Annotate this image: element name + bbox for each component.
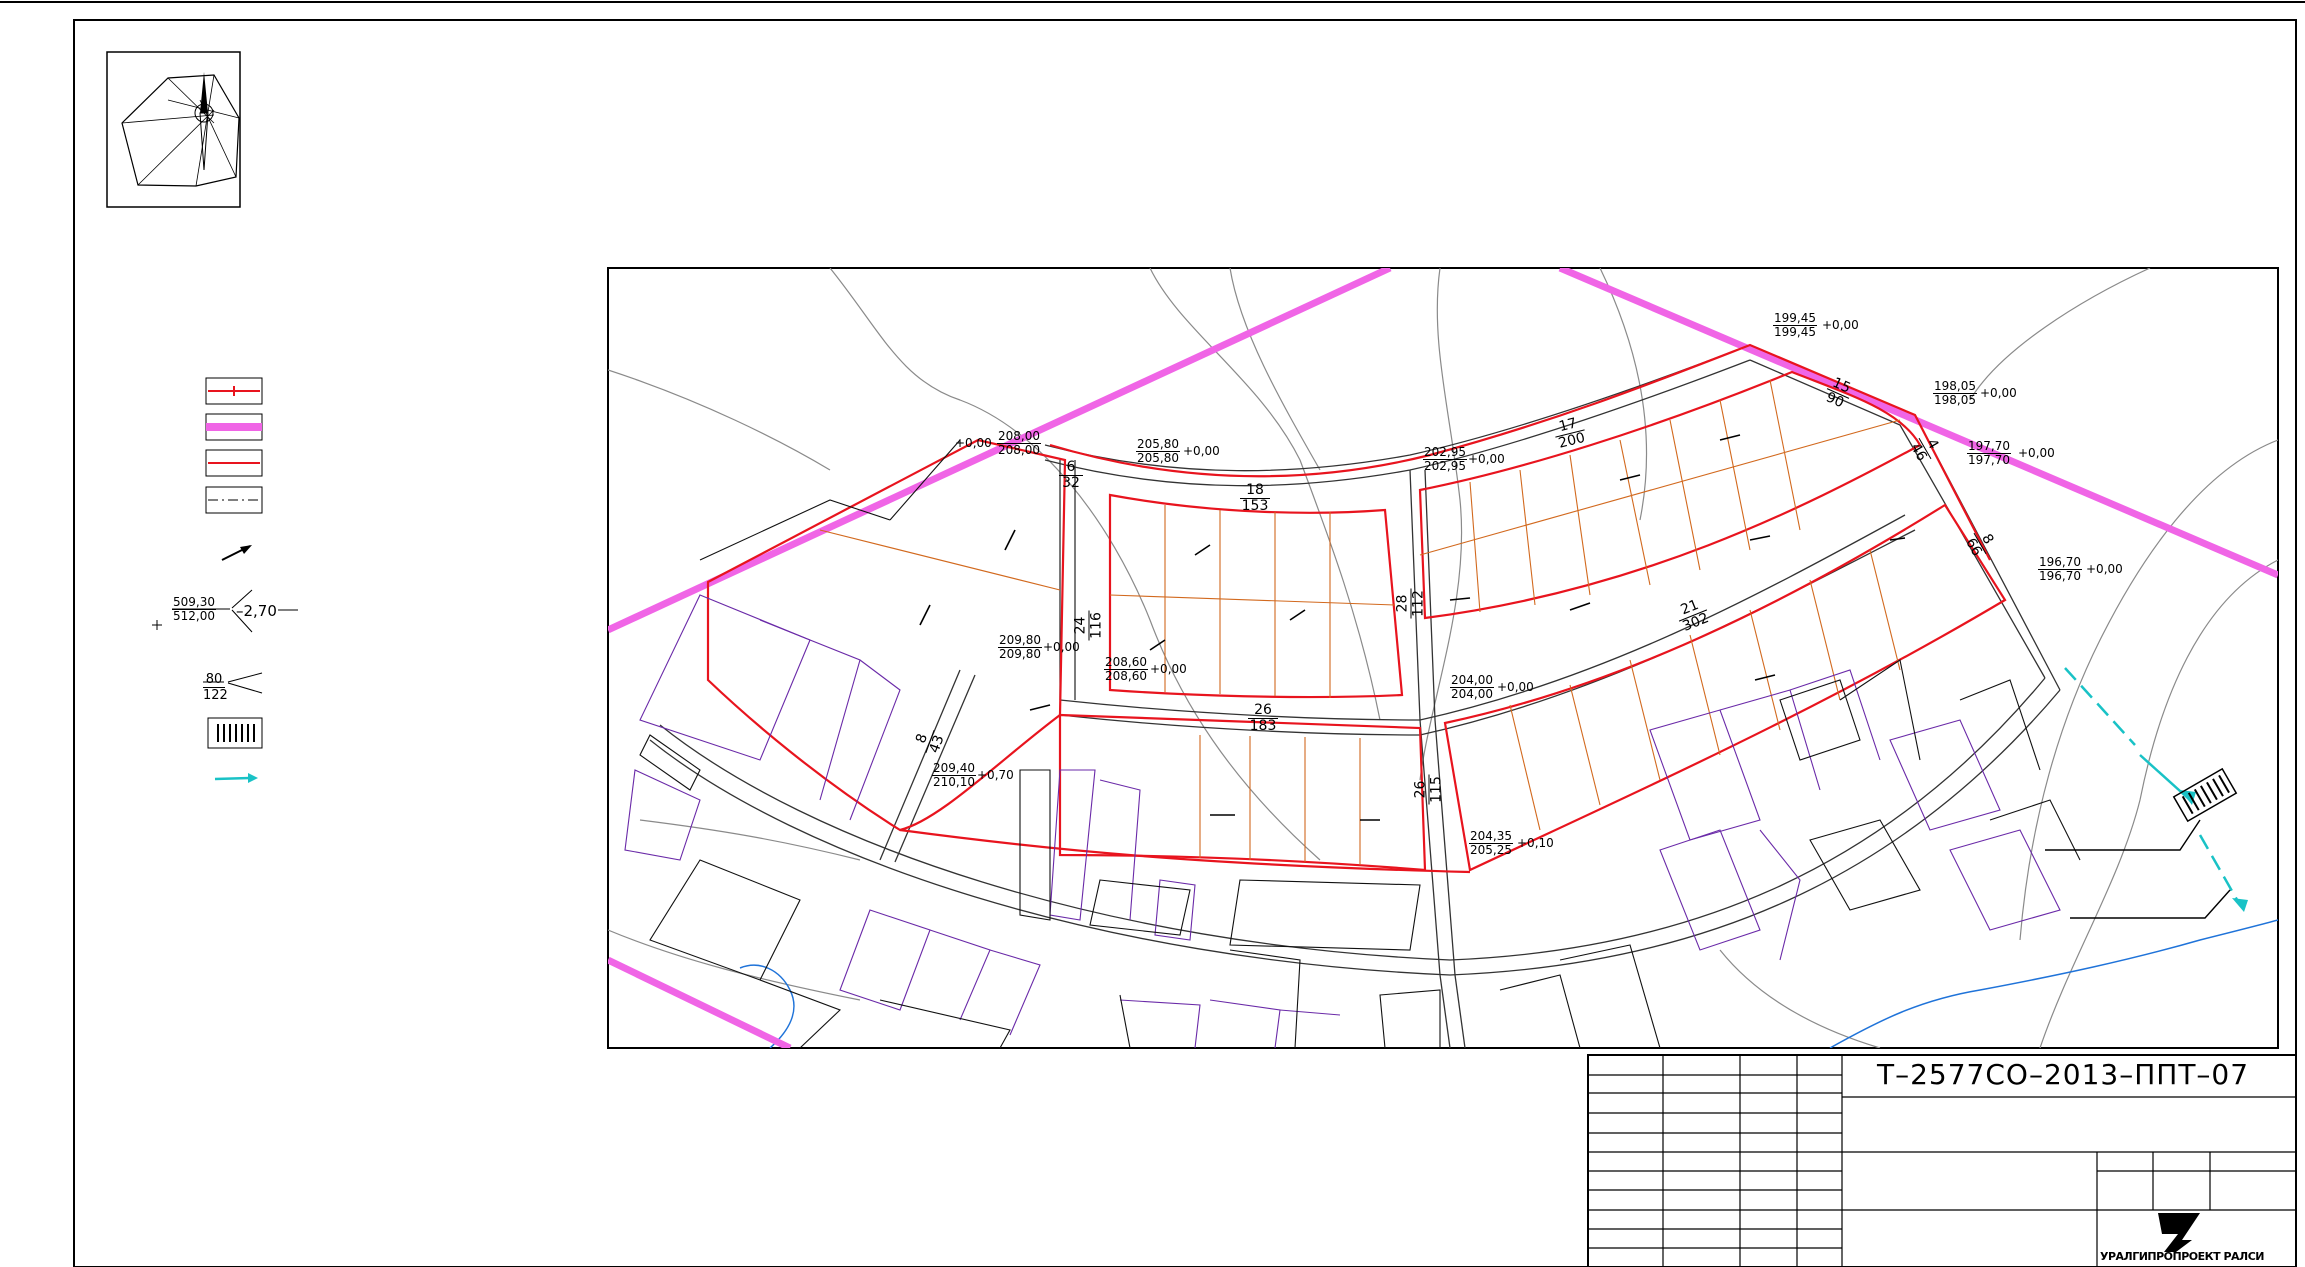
elevation-delta: +0,00 xyxy=(1468,452,1505,466)
wind-rose-diagram xyxy=(106,51,241,208)
elevation-label: 209,40 210,10 xyxy=(932,761,976,789)
elevation-delta: +0,00 xyxy=(2018,446,2055,460)
elevation-label: 208,60 208,60 xyxy=(1104,655,1148,683)
site-plan xyxy=(607,267,2279,1049)
elevation-delta: +0,00 xyxy=(1497,680,1534,694)
elevation-delta: +0,70 xyxy=(977,768,1014,782)
slope-label: 18 153 xyxy=(1240,482,1270,514)
elevation-delta: +0,00 xyxy=(1043,640,1080,654)
elevation-delta: +0,00 xyxy=(955,436,992,450)
elevation-label: 202,95 202,95 xyxy=(1423,445,1467,473)
elevation-delta: +0,00 xyxy=(1822,318,1859,332)
elevation-label: 199,45 199,45 xyxy=(1773,311,1817,339)
elevation-label: 208,00 208,00 xyxy=(997,429,1041,457)
legend-slope-label: 80 122 xyxy=(203,672,228,703)
slope-label: 24 116 xyxy=(1072,610,1105,641)
company-logo-icon xyxy=(2158,1213,2200,1252)
elevation-label: 204,00 204,00 xyxy=(1450,673,1494,701)
slope-label: 28 112 xyxy=(1394,588,1427,619)
elevation-delta: +0,00 xyxy=(1150,662,1187,676)
company-name: УРАЛГИПРОПРОЕКТ РАЛСИ xyxy=(2100,1250,2264,1263)
slope-label: 26 115 xyxy=(1412,774,1445,805)
legend-flow-icon xyxy=(214,776,251,781)
legend-elevation-label: 509,30 512,00 xyxy=(172,595,216,623)
slope-label: 26 183 xyxy=(1248,702,1278,734)
elevation-delta: +0,00 xyxy=(2086,562,2123,576)
elevation-label: 209,80 209,80 xyxy=(998,633,1042,661)
legend xyxy=(152,377,298,783)
elevation-label: 196,70 196,70 xyxy=(2038,555,2082,583)
drawing-code: Т–2577СО–2013–ППТ–07 xyxy=(1877,1058,2250,1091)
elevation-label: 204,35 205,25 xyxy=(1469,829,1513,857)
elevation-label: 197,70 197,70 xyxy=(1967,439,2011,467)
slope-label: 6 32 xyxy=(1059,460,1083,491)
legend-elevation-delta: –2,70 xyxy=(236,602,277,620)
elevation-delta: +0,10 xyxy=(1517,836,1554,850)
elevation-label: 198,05 198,05 xyxy=(1933,379,1977,407)
elevation-delta: +0,00 xyxy=(1183,444,1220,458)
elevation-delta: +0,00 xyxy=(1980,386,2017,400)
elevation-label: 205,80 205,80 xyxy=(1136,437,1180,465)
